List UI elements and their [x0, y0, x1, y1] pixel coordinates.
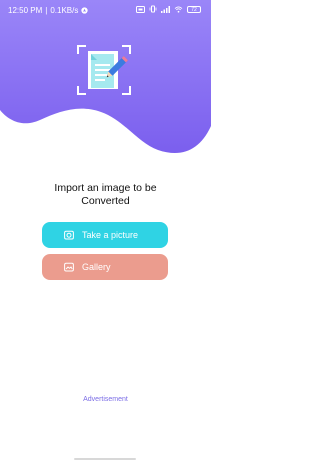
status-speed: 0.1KB/s — [50, 6, 79, 15]
take-picture-label: Take a picture — [82, 230, 139, 240]
sim-icon — [136, 5, 145, 13]
status-separator: | — [45, 6, 48, 15]
wifi-icon — [174, 5, 183, 13]
home-indicator — [74, 458, 136, 460]
heading-line-1: Import an image to be — [54, 182, 157, 194]
battery-level: 72 — [191, 6, 197, 13]
import-instruction: Import an image to be Converted — [20, 182, 191, 208]
signal-icon — [161, 5, 170, 13]
take-picture-button[interactable]: Take a picture — [42, 222, 168, 248]
document-edit-icon — [77, 45, 131, 95]
camera-icon — [64, 230, 74, 240]
heading-line-2: Converted — [81, 195, 130, 207]
navigation-icon — [81, 7, 88, 14]
gallery-button[interactable]: Gallery — [42, 254, 168, 280]
battery-icon: 72 — [187, 5, 201, 13]
vibrate-icon — [149, 5, 157, 13]
status-bar: 12:50 PM | 0.1KB/s 72 — [0, 0, 211, 20]
status-time: 12:50 PM — [8, 6, 43, 15]
gallery-icon — [64, 262, 74, 272]
advertisement-label: Advertisement — [83, 396, 128, 403]
gallery-label: Gallery — [82, 262, 111, 272]
